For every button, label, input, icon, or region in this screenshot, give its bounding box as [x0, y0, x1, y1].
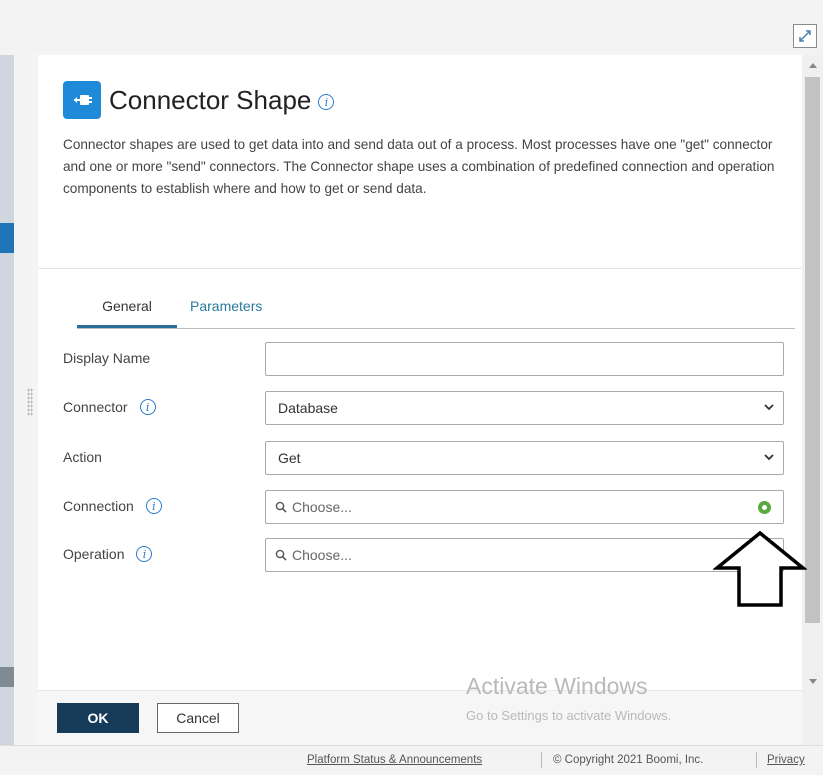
ok-button[interactable]: OK	[57, 703, 139, 733]
connection-label: Connection i	[63, 498, 162, 514]
add-connection-button[interactable]	[758, 501, 771, 514]
annotation-arrow-up-icon	[713, 530, 807, 607]
platform-status-link[interactable]: Platform Status & Announcements	[307, 754, 482, 766]
action-value: Get	[278, 450, 301, 466]
info-icon[interactable]: i	[136, 546, 153, 562]
page-title: Connector Shape	[109, 84, 312, 115]
status-bar: Platform Status & Announcements © Copyri…	[0, 745, 823, 775]
section-divider	[38, 268, 802, 269]
privacy-link[interactable]: Privacy	[767, 754, 805, 766]
scroll-up-icon[interactable]	[809, 63, 817, 68]
connector-label: Connector i	[63, 399, 156, 415]
connection-placeholder: Choose...	[292, 499, 352, 515]
display-name-input[interactable]	[265, 342, 784, 376]
connection-search-input[interactable]: Choose...	[265, 490, 784, 524]
top-bar	[0, 0, 823, 55]
connector-label-text: Connector	[63, 399, 128, 415]
scroll-thumb[interactable]	[805, 77, 820, 623]
operation-placeholder: Choose...	[292, 547, 352, 563]
footer-divider	[756, 752, 757, 768]
resize-handle[interactable]	[27, 388, 33, 416]
shape-description: Connector shapes are used to get data in…	[63, 137, 775, 196]
action-label: Action	[63, 449, 102, 465]
connector-icon	[63, 81, 101, 119]
operation-search-input[interactable]: Choose...	[265, 538, 784, 572]
activate-windows-watermark: Activate Windows Go to Settings to activ…	[466, 673, 671, 723]
search-icon	[275, 501, 287, 513]
scroll-down-icon[interactable]	[809, 679, 817, 684]
panel-gutter	[14, 55, 38, 745]
watermark-subtitle: Go to Settings to activate Windows.	[466, 708, 672, 723]
watermark-title: Activate Windows	[466, 673, 648, 699]
footer-divider	[541, 752, 542, 768]
tab-general[interactable]: General	[77, 298, 177, 328]
info-icon[interactable]: i	[318, 94, 335, 110]
action-select[interactable]: Get	[265, 441, 784, 475]
background-app-strip	[0, 55, 14, 745]
search-icon	[275, 549, 287, 561]
connector-select[interactable]: Database	[265, 391, 784, 425]
operation-label-text: Operation	[63, 546, 125, 562]
info-icon[interactable]: i	[145, 498, 162, 514]
tab-bar: General Parameters	[77, 290, 795, 329]
background-dark-block	[0, 667, 14, 687]
chevron-down-icon	[764, 404, 774, 411]
dialog-header: Connector Shape i	[63, 80, 335, 120]
copyright-text: © Copyright 2021 Boomi, Inc.	[553, 754, 704, 766]
dialog-footer	[38, 690, 802, 746]
expand-icon	[799, 30, 811, 42]
vertical-scrollbar[interactable]	[802, 55, 823, 745]
connection-label-text: Connection	[63, 498, 134, 514]
display-name-label-text: Display Name	[63, 350, 151, 366]
background-selected-item	[0, 223, 14, 253]
action-label-text: Action	[63, 449, 102, 465]
info-icon[interactable]: i	[139, 399, 156, 415]
tab-parameters[interactable]: Parameters	[190, 298, 262, 314]
add-icon	[762, 505, 767, 510]
cancel-button[interactable]: Cancel	[157, 703, 239, 733]
expand-button[interactable]	[793, 24, 817, 48]
connector-value: Database	[278, 400, 338, 416]
display-name-label: Display Name	[63, 350, 150, 366]
chevron-down-icon	[764, 454, 774, 461]
operation-label: Operation i	[63, 546, 153, 562]
